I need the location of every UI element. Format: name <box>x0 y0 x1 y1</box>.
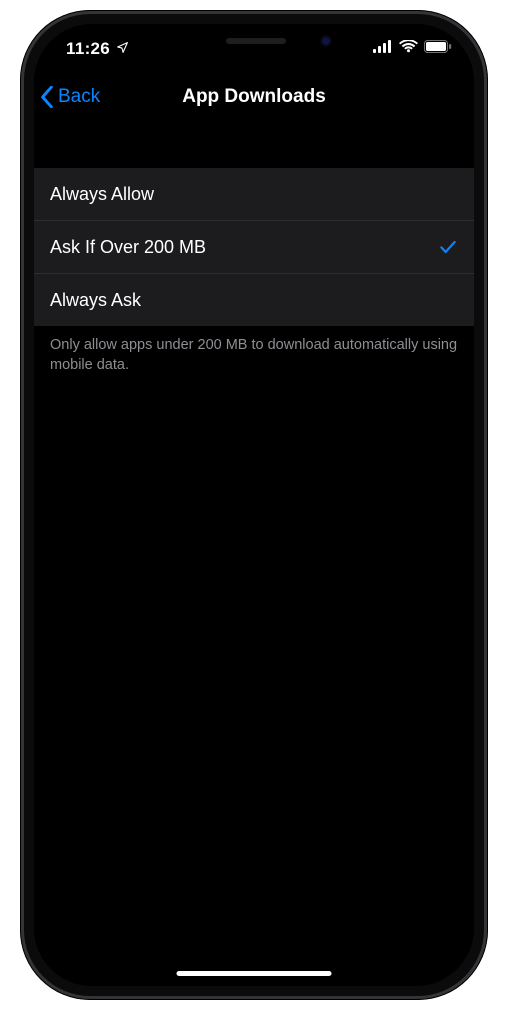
status-time: 11:26 <box>66 39 110 59</box>
battery-icon <box>424 40 452 58</box>
status-left: 11:26 <box>66 39 129 59</box>
option-ask-if-over-200mb[interactable]: Ask If Over 200 MB <box>34 220 474 273</box>
options-footer-note: Only allow apps under 200 MB to download… <box>34 326 474 375</box>
option-label: Always Allow <box>50 184 154 205</box>
nav-bar: Back App Downloads <box>34 72 474 122</box>
options-group: Always Allow Ask If Over 200 MB Always A… <box>34 168 474 326</box>
cellular-signal-icon <box>373 40 393 58</box>
checkmark-icon <box>438 237 458 257</box>
chevron-left-icon <box>40 86 54 108</box>
back-label: Back <box>58 86 100 108</box>
speaker-grille <box>226 38 286 44</box>
home-indicator[interactable] <box>177 971 332 976</box>
option-always-ask[interactable]: Always Ask <box>34 273 474 326</box>
option-label: Always Ask <box>50 290 141 311</box>
option-label: Ask If Over 200 MB <box>50 237 206 258</box>
phone-bezel: 11:26 <box>34 24 474 986</box>
status-right <box>373 40 452 58</box>
notch <box>135 24 373 58</box>
phone-frame: 11:26 <box>20 10 488 1000</box>
page-title: App Downloads <box>182 86 326 108</box>
front-camera <box>320 35 332 47</box>
wifi-icon <box>399 40 418 58</box>
option-always-allow[interactable]: Always Allow <box>34 168 474 220</box>
location-services-icon <box>116 39 129 59</box>
back-button[interactable]: Back <box>40 86 100 108</box>
content: Always Allow Ask If Over 200 MB Always A… <box>34 124 474 986</box>
screen: 11:26 <box>34 24 474 986</box>
